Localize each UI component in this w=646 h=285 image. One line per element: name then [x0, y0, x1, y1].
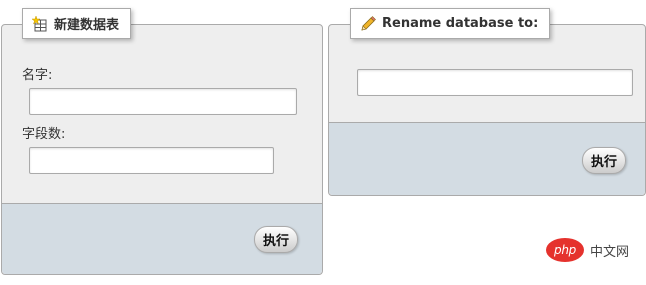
create-table-go-button[interactable]: 执行 — [254, 226, 299, 253]
table-name-input[interactable] — [29, 88, 297, 115]
rename-database-legend: Rename database to: — [350, 8, 551, 39]
table-name-label: 名字: — [22, 68, 53, 83]
rename-database-title: Rename database to: — [382, 16, 539, 31]
create-table-legend: 新建数据表 — [22, 8, 132, 39]
create-table-title: 新建数据表 — [54, 18, 120, 33]
pencil-icon — [360, 15, 376, 32]
php-logo: php — [546, 238, 584, 262]
number-of-columns-input[interactable] — [29, 147, 274, 174]
watermark-site-name: 中文网 — [590, 244, 630, 260]
operations-page: 新建数据表 名字: 字段数: 执行 Rename database to: 执行… — [0, 0, 646, 285]
new-table-icon — [32, 15, 48, 32]
php-cn-watermark: php 中文网 — [546, 238, 629, 262]
rename-database-go-button[interactable]: 执行 — [582, 147, 627, 174]
number-of-columns-label: 字段数: — [22, 127, 66, 142]
new-database-name-input[interactable] — [357, 69, 633, 96]
